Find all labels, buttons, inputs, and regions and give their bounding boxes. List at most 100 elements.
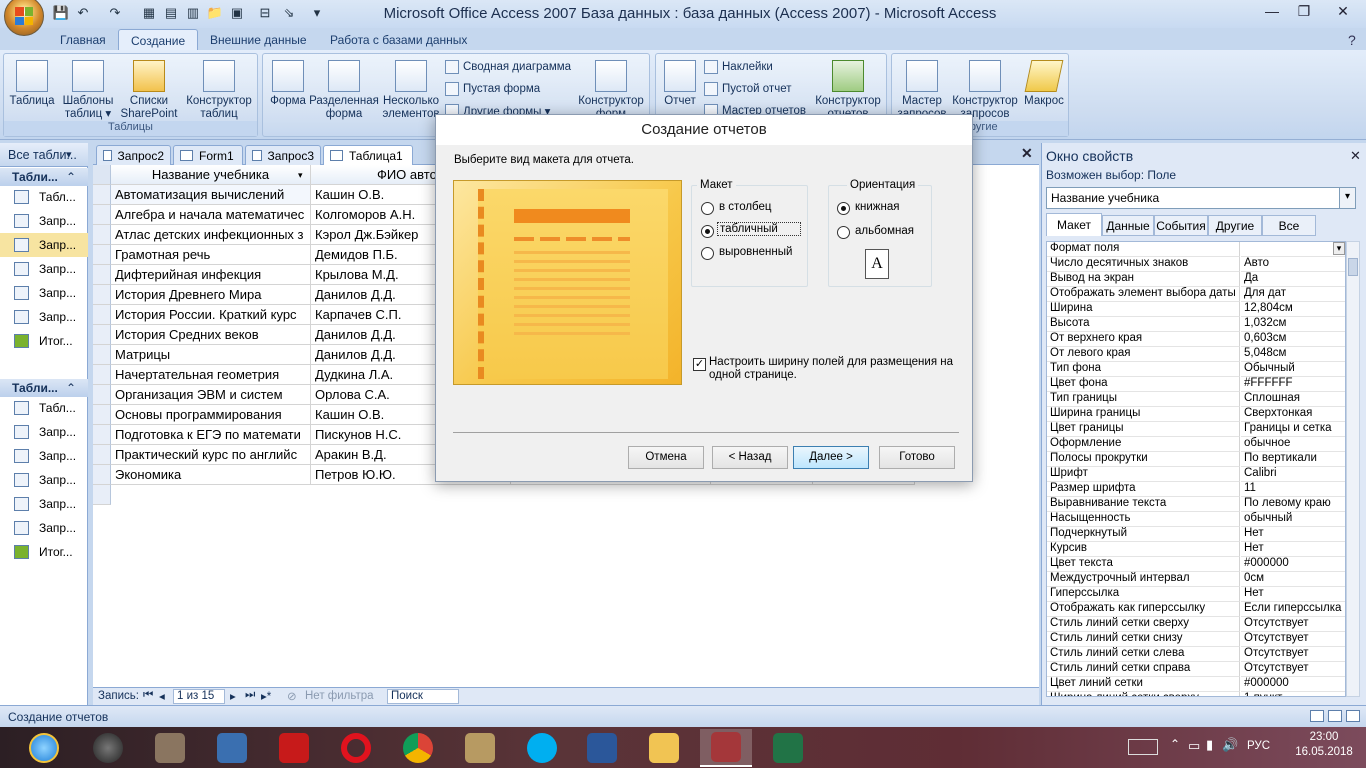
nav-item[interactable]: Запр... — [0, 305, 88, 329]
nav-dropdown-icon[interactable]: ▾ — [66, 148, 72, 161]
property-row[interactable]: Высота 1,032см — [1047, 317, 1345, 332]
property-value[interactable]: #000000 — [1241, 557, 1345, 572]
radio-landscape[interactable] — [837, 226, 850, 239]
tab-external-data[interactable]: Внешние данные — [198, 29, 319, 51]
property-row[interactable]: Насыщенность обычный — [1047, 512, 1345, 527]
new-record-icon[interactable]: ▸* — [261, 689, 271, 703]
redo-icon[interactable]: ↷ — [106, 4, 124, 22]
taskbar-access[interactable] — [700, 729, 752, 767]
table-cell[interactable]: Подготовка к ЕГЭ по математи — [111, 425, 311, 445]
cancel-button[interactable]: Отмена — [628, 446, 704, 469]
close-doc-icon[interactable]: ✕ — [1021, 145, 1033, 162]
property-row[interactable]: Междустрочный интервал 0см — [1047, 572, 1345, 587]
taskbar-opera[interactable] — [330, 729, 382, 767]
property-row[interactable]: Стиль линий сетки сверху Отсутствует — [1047, 617, 1345, 632]
property-value[interactable]: Сплошная — [1241, 392, 1345, 407]
table-cell[interactable]: Грамотная речь — [111, 245, 311, 265]
tab-all[interactable]: Все — [1262, 215, 1316, 236]
qat-filter-icon[interactable]: ▣ — [228, 4, 246, 22]
property-row[interactable]: Тип фона Обычный — [1047, 362, 1345, 377]
tray-arrow-icon[interactable]: ⌃ — [1170, 737, 1180, 751]
qat-zoom-icon[interactable]: ⊟ — [256, 4, 274, 22]
fit-width-label[interactable]: Настроить ширину полей для размещения на… — [709, 356, 959, 382]
radio-portrait[interactable] — [837, 202, 850, 215]
property-value[interactable]: Нет — [1241, 587, 1345, 602]
taskbar-chrome[interactable] — [392, 729, 444, 767]
battery-icon[interactable]: ▭ — [1188, 738, 1200, 754]
keyboard-icon[interactable] — [1128, 739, 1158, 755]
row-selector[interactable] — [93, 325, 111, 345]
nav-section-1[interactable]: Табли... ⌃ — [0, 168, 88, 186]
form-button[interactable]: Форма — [265, 56, 311, 122]
labels-button[interactable]: Наклейки — [704, 57, 773, 77]
help-icon[interactable]: ? — [1348, 32, 1356, 48]
property-value[interactable]: обычный — [1241, 512, 1345, 527]
blank-report-button[interactable]: Пустой отчет — [704, 79, 791, 99]
property-row[interactable]: От верхнего края 0,603см — [1047, 332, 1345, 347]
tab-create[interactable]: Создание — [118, 29, 199, 51]
input-language[interactable]: РУС — [1247, 740, 1270, 752]
property-row[interactable]: Стиль линий сетки снизу Отсутствует — [1047, 632, 1345, 647]
network-icon[interactable]: ▮ — [1206, 737, 1213, 753]
nav-item[interactable]: Итог... — [0, 540, 88, 564]
tab-home[interactable]: Главная — [48, 29, 118, 51]
radio-portrait-label[interactable]: книжная — [855, 201, 899, 213]
maximize-button[interactable]: ❐ — [1288, 0, 1320, 22]
last-record-icon[interactable]: ⏭ — [245, 689, 255, 702]
view-icon[interactable] — [1328, 710, 1342, 722]
radio-justified[interactable] — [701, 247, 714, 260]
next-button[interactable]: Далее > — [793, 446, 869, 469]
tab-events[interactable]: События — [1154, 215, 1208, 236]
qat-chart-icon[interactable]: ⇘ — [280, 4, 298, 22]
property-row[interactable]: Стиль линий сетки слева Отсутствует — [1047, 647, 1345, 662]
property-row[interactable]: Выравнивание текста По левому краю — [1047, 497, 1345, 512]
multiple-items-button[interactable]: Несколько элементов — [381, 56, 441, 122]
doc-tab[interactable]: Запрос2 — [96, 145, 171, 165]
taskbar-media[interactable] — [454, 729, 506, 767]
table-cell[interactable]: Основы программирования — [111, 405, 311, 425]
property-value[interactable]: Сверхтонкая — [1241, 407, 1345, 422]
table-cell[interactable]: Начертательная геометрия — [111, 365, 311, 385]
back-button[interactable]: < Назад — [712, 446, 788, 469]
minimize-button[interactable]: — — [1256, 0, 1288, 22]
property-row[interactable]: Полосы прокрутки По вертикали — [1047, 452, 1345, 467]
property-row[interactable]: Отображать как гиперссылку Если гиперссыл… — [1047, 602, 1345, 617]
property-row[interactable]: От левого края 5,048см — [1047, 347, 1345, 362]
taskbar-settings[interactable] — [206, 729, 258, 767]
select-all-cell[interactable] — [93, 165, 111, 185]
property-row[interactable]: Отображать элемент выбора даты Для дат — [1047, 287, 1345, 302]
property-value[interactable]: Отсутствует — [1241, 647, 1345, 662]
table-button[interactable]: Таблица — [6, 56, 58, 122]
property-row[interactable]: Тип границы Сплошная — [1047, 392, 1345, 407]
nav-item[interactable]: Запр... — [0, 209, 88, 233]
nav-item[interactable]: Запр... — [0, 468, 88, 492]
property-row[interactable]: Размер шрифта 11 — [1047, 482, 1345, 497]
macro-button[interactable]: Макрос — [1020, 56, 1068, 122]
property-value[interactable]: Отсутствует — [1241, 662, 1345, 677]
property-value[interactable]: Calibri — [1241, 467, 1345, 482]
sharepoint-lists-button[interactable]: Списки SharePoint ▾ — [118, 56, 180, 133]
taskbar-doc[interactable] — [144, 729, 196, 767]
table-designer-button[interactable]: Конструктор таблиц — [182, 56, 256, 122]
property-value[interactable]: 0,603см — [1241, 332, 1345, 347]
chevron-down-icon[interactable]: ▾ — [1339, 188, 1355, 208]
pivot-chart-button[interactable]: Сводная диаграмма — [445, 57, 571, 77]
query-wizard-button[interactable]: Мастер запросов — [894, 56, 950, 122]
row-selector[interactable] — [93, 265, 111, 285]
query-designer-button[interactable]: Конструктор запросов — [950, 56, 1020, 122]
property-value[interactable]: #FFFFFF — [1241, 377, 1345, 392]
doc-tab[interactable]: Запрос3 — [245, 145, 321, 165]
form-designer-button[interactable]: Конструктор форм — [573, 56, 649, 122]
radio-columnar[interactable] — [701, 202, 714, 215]
table-cell[interactable]: Матрицы — [111, 345, 311, 365]
taskbar-ie[interactable] — [18, 729, 70, 767]
taskbar-explorer[interactable] — [638, 729, 690, 767]
row-selector[interactable] — [93, 345, 111, 365]
split-form-button[interactable]: Разделенная форма — [309, 56, 379, 122]
filter-status[interactable]: Нет фильтра — [305, 690, 374, 702]
nav-item[interactable]: Запр... — [0, 257, 88, 281]
chevron-down-icon[interactable]: ▾ — [1333, 242, 1345, 255]
search-input[interactable]: Поиск — [387, 689, 459, 704]
undo-icon[interactable]: ↶ — [74, 4, 92, 22]
report-designer-button[interactable]: Конструктор отчетов — [810, 56, 886, 122]
